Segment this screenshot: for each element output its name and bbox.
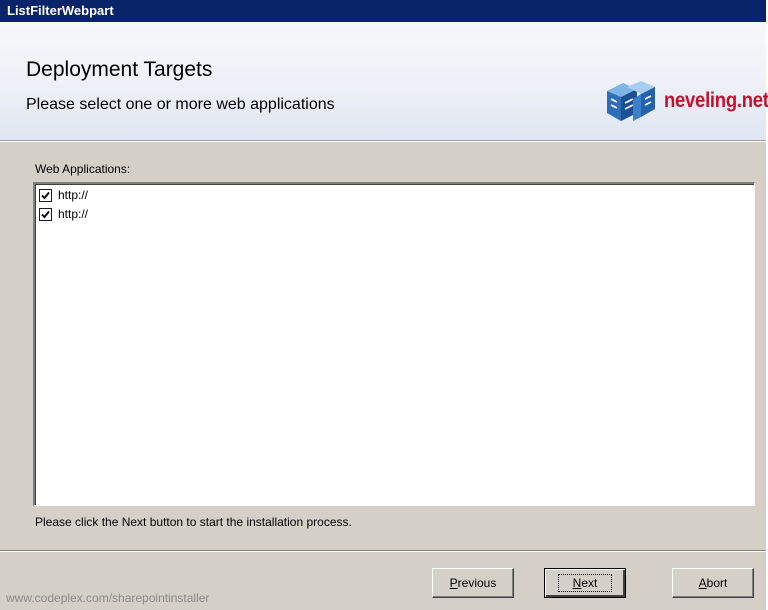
web-application-checkbox[interactable] [39,188,52,202]
previous-button-mnemonic: P [449,576,458,590]
window-title: ListFilterWebpart [7,3,114,18]
page-title: Deployment Targets [26,58,213,81]
web-application-item[interactable]: http:// [39,206,88,222]
codeplex-footer-text: www.codeplex.com/sharepointinstaller [6,591,210,605]
next-button-label: ext [581,576,598,590]
previous-button-label: revious [457,576,497,590]
check-mark-icon [41,191,50,199]
installer-window: ListFilterWebpart Deployment Targets Ple… [0,0,768,610]
web-application-url: http:// [58,207,89,221]
next-button[interactable]: Next [544,568,626,598]
logo-text: neveling.net [664,89,768,112]
web-applications-label: Web Applications: [35,162,131,176]
web-application-checkbox[interactable] [39,207,52,221]
previous-button[interactable]: Previous [432,568,514,598]
web-application-item[interactable]: http:// [39,187,88,203]
footer-separator [0,550,766,552]
web-applications-list[interactable]: http:// http:// [33,182,755,506]
page-subtitle: Please select one or more web applicatio… [26,96,335,113]
instruction-text: Please click the Next button to start th… [35,515,352,529]
window-title-bar[interactable]: ListFilterWebpart [0,0,766,22]
abort-button-label: bort [706,576,728,590]
web-application-url: http:// [58,188,89,202]
next-button-focus: Next [557,574,613,592]
header-banner: Deployment Targets Please select one or … [0,22,768,141]
abort-button[interactable]: Abort [672,568,754,598]
neveling-cube-logo-icon [607,81,655,121]
abort-button-mnemonic: A [698,576,707,590]
check-mark-icon [41,210,50,218]
